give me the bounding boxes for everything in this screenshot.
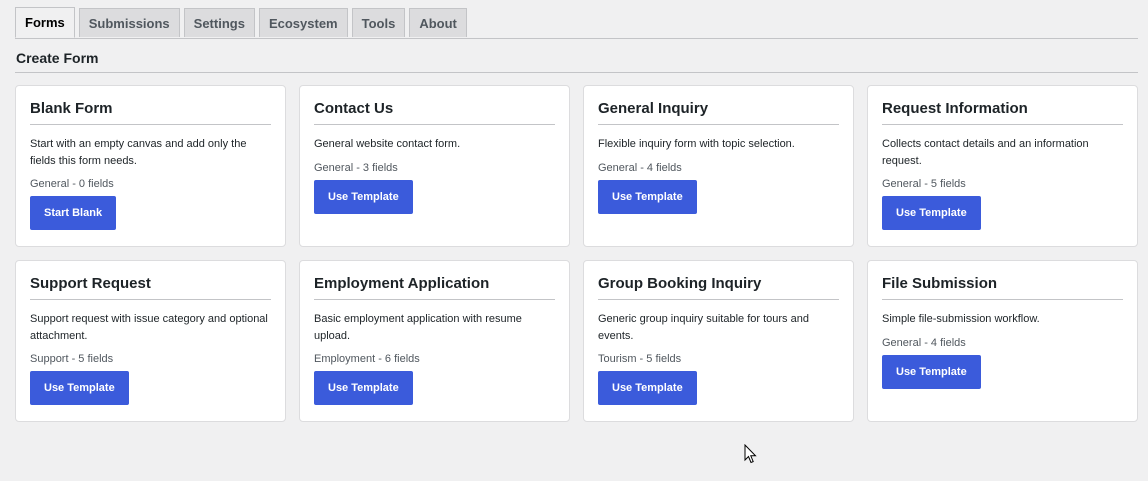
card-title: General Inquiry <box>598 100 839 125</box>
section-title: Create Form <box>16 50 99 66</box>
use-template-button[interactable]: Use Template <box>882 354 981 389</box>
card-title: Support Request <box>30 275 271 300</box>
use-template-button[interactable]: Use Template <box>882 196 981 230</box>
template-grid: Blank Form Start with an empty canvas an… <box>15 85 1138 422</box>
tab-about[interactable]: About <box>409 8 467 37</box>
template-card-blank-form: Blank Form Start with an empty canvas an… <box>15 85 286 247</box>
template-card-general-inquiry: General Inquiry Flexible inquiry form wi… <box>583 85 854 247</box>
use-template-button[interactable]: Use Template <box>598 179 697 214</box>
card-title: Request Information <box>882 100 1123 125</box>
tab-forms[interactable]: Forms <box>15 7 75 38</box>
section-divider <box>15 72 1138 73</box>
card-description: Simple file-submission workflow. <box>882 313 1040 325</box>
card-title: Group Booking Inquiry <box>598 275 839 300</box>
card-description: Generic group inquiry suitable for tours… <box>598 313 809 342</box>
card-meta: Tourism - 5 fields <box>598 353 682 365</box>
use-template-button[interactable]: Use Template <box>314 371 413 405</box>
tab-ecosystem[interactable]: Ecosystem <box>258 8 348 37</box>
card-description: Collects contact details and an informat… <box>882 138 1089 167</box>
template-card-group-booking-inquiry: Group Booking Inquiry Generic group inqu… <box>583 260 854 422</box>
use-template-button[interactable]: Use Template <box>314 179 413 214</box>
card-meta: Support - 5 fields <box>30 353 114 365</box>
template-card-employment-application: Employment Application Basic employment … <box>299 260 570 422</box>
card-title: Contact Us <box>314 100 555 125</box>
start-blank-button[interactable]: Start Blank <box>30 196 117 230</box>
card-meta: General - 0 fields <box>30 178 114 190</box>
card-title: Employment Application <box>314 275 555 300</box>
template-card-file-submission: File Submission Simple file-submission w… <box>867 260 1138 422</box>
card-meta: General - 4 fields <box>598 161 682 174</box>
use-template-button[interactable]: Use Template <box>598 371 697 405</box>
card-meta: Employment - 6 fields <box>314 353 420 365</box>
tab-settings[interactable]: Settings <box>183 8 255 37</box>
card-meta: General - 4 fields <box>882 336 966 349</box>
card-meta: General - 3 fields <box>314 161 398 174</box>
card-meta: General - 5 fields <box>882 178 966 190</box>
template-card-support-request: Support Request Support request with iss… <box>15 260 286 422</box>
tab-tools[interactable]: Tools <box>351 8 406 37</box>
tab-bar: Forms Submissions Settings Ecosystem Too… <box>15 7 1138 39</box>
template-card-contact-us: Contact Us General website contact form.… <box>299 85 570 247</box>
card-description: General website contact form. <box>314 138 461 150</box>
card-description: Basic employment application with resume… <box>314 313 522 342</box>
card-title: Blank Form <box>30 100 271 125</box>
mouse-pointer-icon <box>744 444 757 464</box>
card-title: File Submission <box>882 275 1123 300</box>
card-description: Flexible inquiry form with topic selecti… <box>598 138 795 150</box>
use-template-button[interactable]: Use Template <box>30 371 129 405</box>
template-card-request-information: Request Information Collects contact det… <box>867 85 1138 247</box>
card-description: Support request with issue category and … <box>30 313 268 342</box>
card-description: Start with an empty canvas and add only … <box>30 138 247 167</box>
tab-submissions[interactable]: Submissions <box>78 8 180 37</box>
